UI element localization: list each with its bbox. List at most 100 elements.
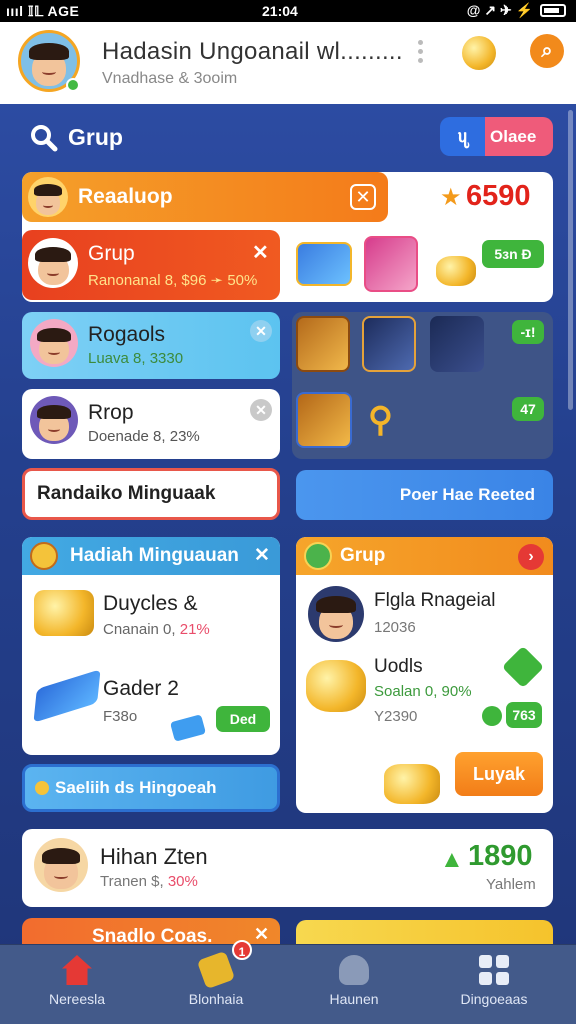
key-icon: ⚲ <box>368 401 393 439</box>
row-subtitle: Doenade 8, 23% <box>88 428 200 445</box>
row-title: Rogaols <box>88 323 166 346</box>
item-subtitle: 12036 <box>374 619 416 636</box>
search-label[interactable]: Grup <box>68 124 123 151</box>
blue-gem-icon <box>296 242 352 286</box>
close-icon[interactable]: ✕ <box>250 399 272 421</box>
treasure-card-icon <box>296 392 352 448</box>
row-subtitle: Luava 8, 3330 <box>88 350 184 367</box>
nav-item-feed[interactable]: Blonhaia <box>144 945 288 1024</box>
person-icon <box>339 955 369 985</box>
row-percent: 30% <box>167 873 198 890</box>
nav-label: Blonhaia <box>188 991 244 1007</box>
top-band[interactable] <box>22 172 388 222</box>
header-subtitle: Vnadhase & 3ooim <box>102 70 238 87</box>
search-icon[interactable] <box>30 124 58 152</box>
close-pill-button[interactable]: ᦴ Olaee <box>440 117 553 156</box>
row-avatar <box>34 838 88 892</box>
status-time: 21:04 <box>262 3 298 19</box>
bottom-score: 1890 <box>468 840 533 872</box>
group-icon <box>304 542 332 570</box>
status-icons: @ ↗ ✈ ⚡ <box>467 2 566 19</box>
bottom-nav: Nereesla Blonhaia Haunen Dingoeaas <box>0 944 576 1024</box>
band-close-icon[interactable]: ✕ <box>350 184 376 210</box>
panel-title: Grup <box>340 545 386 566</box>
item-title: Flgla Rnageial <box>374 590 496 611</box>
close-pill-label: Olaee <box>490 126 537 146</box>
status-pill[interactable]: 5ɜn Ð <box>482 240 544 268</box>
coin-stack-icon <box>436 256 476 286</box>
item-subtitle: Soalan 0, 90% <box>374 683 472 700</box>
game-thumbnail-icon <box>364 236 418 292</box>
coin-icon <box>35 781 49 795</box>
band-avatar <box>28 177 68 217</box>
item-subtitle: Cnanain 0, 21% <box>103 621 210 638</box>
coins-icon[interactable] <box>462 36 496 70</box>
notification-icon[interactable]: ⌕ <box>530 34 564 68</box>
row-avatar <box>30 319 78 367</box>
item-title: Uodls <box>374 656 423 677</box>
close-icon[interactable]: ✕ <box>254 544 270 567</box>
status-pill[interactable]: -ɪ! <box>512 320 544 344</box>
panel-title: Hadiah Minguauan <box>70 545 239 566</box>
chat-icon: ᦴ <box>457 124 468 147</box>
more-dots-icon[interactable] <box>418 40 424 64</box>
panel-action-button[interactable]: Luyak <box>455 752 543 796</box>
nav-item-home[interactable]: Nereesla <box>5 945 149 1024</box>
item-percent: 21% <box>179 621 210 638</box>
row-title: Rrop <box>88 401 134 424</box>
battery-icon <box>540 4 566 17</box>
coin-bag-icon <box>384 764 440 804</box>
nav-label: Dingoeaas <box>460 991 528 1007</box>
row-avatar <box>28 238 78 288</box>
row-subtitle: Ranonanal 8, $96 ➛ 50% <box>88 272 258 289</box>
close-icon[interactable]: ✕ <box>252 240 269 265</box>
band-title: Reaaluop <box>78 185 173 208</box>
score-label: Yahlem <box>486 876 536 893</box>
nav-item-more[interactable]: Dingoeaas <box>422 945 566 1024</box>
item-pill[interactable]: 763 <box>506 702 542 728</box>
up-arrow-icon: ▲ <box>440 846 464 873</box>
row-title: Hihan Zten <box>100 844 208 869</box>
home-icon <box>62 955 92 985</box>
close-icon[interactable]: ✕ <box>254 924 269 945</box>
scrollbar[interactable] <box>568 110 573 410</box>
plus-circle-icon <box>482 706 502 726</box>
top-score: 6590 <box>466 180 531 212</box>
panel-header <box>296 537 553 575</box>
row-title: Grup <box>88 242 135 265</box>
item-extra: Y2390 <box>374 708 418 725</box>
coin-pile-icon <box>306 660 366 712</box>
row-subtitle: Tranen $, 30% <box>100 873 198 890</box>
item-action-button[interactable]: Ded <box>216 706 270 732</box>
primary-blue-button[interactable]: Poer Hae Reeted <box>296 470 553 520</box>
gift-card-icon <box>430 316 484 372</box>
weekly-outline-button[interactable]: Randaiko Minguaak <box>22 468 280 520</box>
status-bar: ıııl 𝕀𝕃 AGE 21:04 @ ↗ ✈ ⚡ <box>0 0 576 22</box>
signal-carrier-text: ıııl 𝕀𝕃 AGE <box>6 3 80 19</box>
member-avatar <box>308 586 364 642</box>
online-status-dot <box>66 78 80 92</box>
nav-label: Nereesla <box>48 991 106 1007</box>
status-pill[interactable]: 47 <box>512 397 544 421</box>
chevron-right-icon[interactable]: › <box>518 544 544 570</box>
item-title: Gader 2 <box>103 677 179 700</box>
item-title: Duycles & <box>103 592 198 615</box>
nav-item-profile[interactable]: Haunen <box>282 945 426 1024</box>
promo-label: Saeliih ds Hingoeah <box>55 778 217 797</box>
close-icon[interactable]: ✕ <box>250 320 272 342</box>
header-title: Hadasin Ungoanail wl......... <box>102 38 403 65</box>
item-subtitle: F38o <box>103 708 138 725</box>
badge-icon <box>30 542 58 570</box>
status-indicator-icons: @ ↗ ✈ ⚡ <box>466 2 533 18</box>
notification-badge: 1 <box>232 940 252 960</box>
pencil-icon <box>196 950 236 990</box>
treasure-chest-icon <box>34 590 94 636</box>
star-icon: ★ <box>440 184 462 211</box>
avatar-face-icon <box>28 43 69 86</box>
nav-label: Haunen <box>329 991 379 1007</box>
promo-button[interactable]: Saeliih ds Hingoeah <box>22 764 280 812</box>
grid-icon <box>479 955 509 985</box>
row-avatar <box>30 396 78 444</box>
gold-card-icon <box>296 316 350 372</box>
chest-card-icon <box>362 316 416 372</box>
